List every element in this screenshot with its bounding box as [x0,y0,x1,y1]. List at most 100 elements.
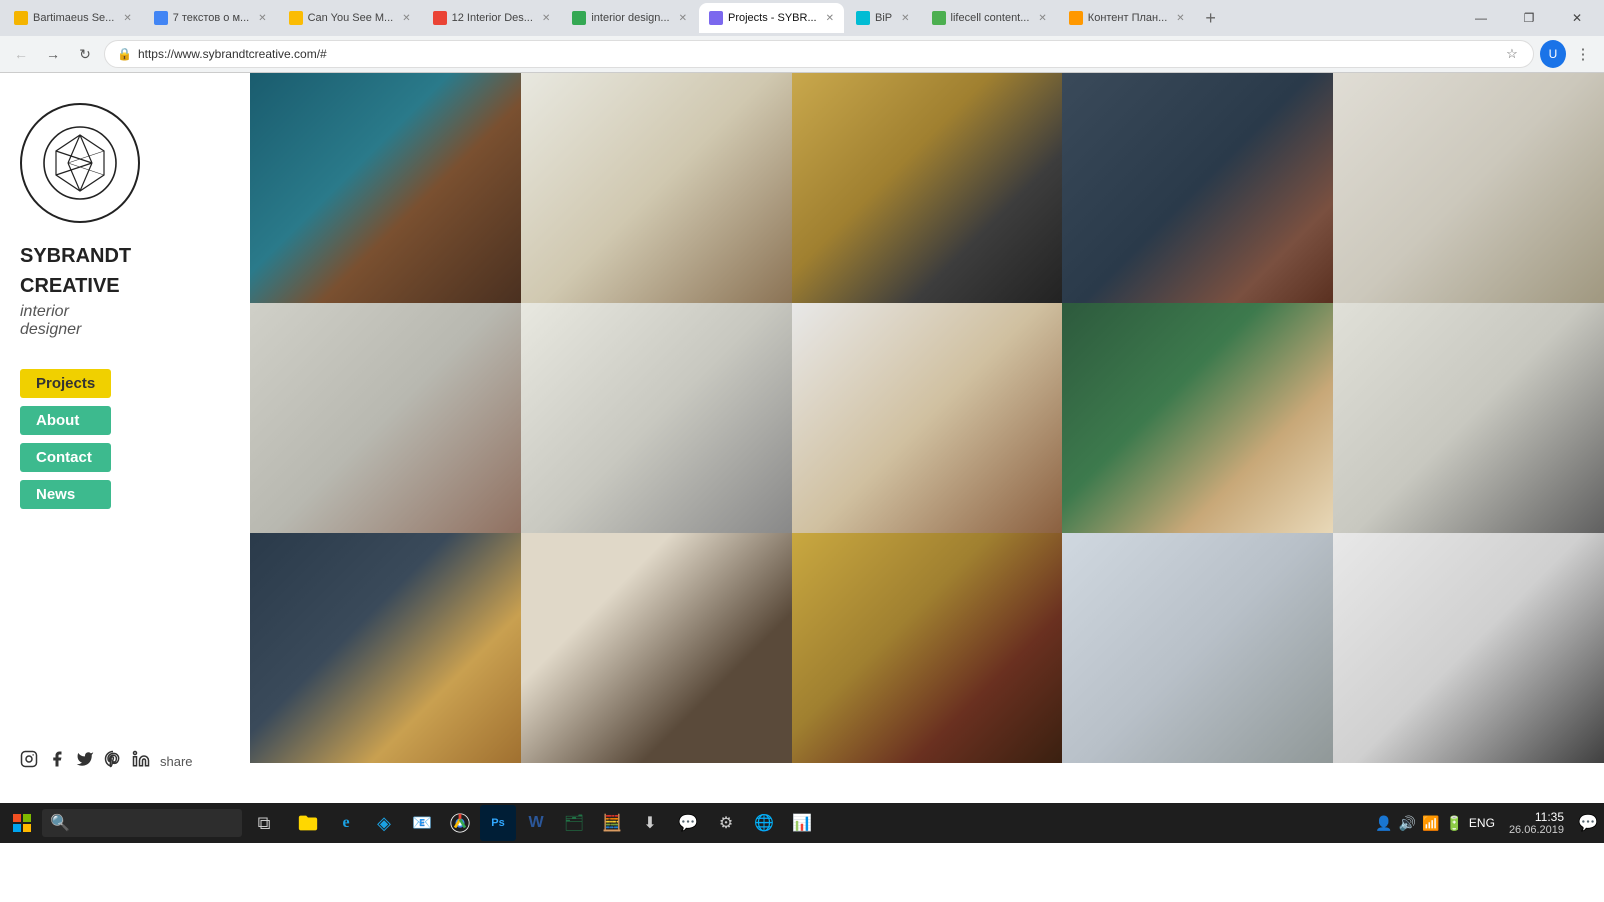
taskbar-app-download[interactable]: ⬇ [632,805,668,841]
nav-contact[interactable]: Contact [20,443,111,472]
taskbar-app-ie[interactable]: e [328,805,364,841]
gallery-item-9[interactable] [1062,303,1333,533]
tray-volume-icon[interactable]: 🔊 [1399,815,1416,832]
tray-language[interactable]: ENG [1469,816,1495,830]
tab-1[interactable]: Bartimaeus Se... ✕ [4,3,142,33]
url-bar[interactable]: 🔒 https://www.sybrandtcreative.com/# ☆ [104,40,1534,68]
gallery-item-3[interactable] [792,73,1063,303]
maximize-button[interactable]: ❐ [1506,0,1552,36]
reload-button[interactable]: ↻ [72,41,98,67]
tray-network-icon[interactable]: 👤 [1375,815,1392,832]
taskbar-app-chrome[interactable] [442,805,478,841]
tab-3-close[interactable]: ✕ [402,13,410,24]
tab-8[interactable]: lifecell content... ✕ [922,3,1057,33]
tab-2-favicon [154,11,168,25]
taskbar-app-skype[interactable]: 💬 [670,805,706,841]
taskbar-app-calculator[interactable]: 🧮 [594,805,630,841]
gallery-item-14[interactable] [1062,533,1333,763]
tab-8-favicon [932,11,946,25]
nav-about[interactable]: About [20,406,111,435]
gallery-item-10[interactable] [1333,303,1604,533]
brand-sub1: interior [20,303,69,320]
taskbar-app-file-explorer[interactable] [290,805,326,841]
instagram-icon[interactable] [20,750,38,773]
gallery-item-5[interactable] [1333,73,1604,303]
tab-7-close[interactable]: ✕ [901,13,909,24]
tab-2-label: 7 текстов о м... [173,12,249,24]
url-text: https://www.sybrandtcreative.com/# [138,47,327,61]
extensions-button[interactable]: ⋮ [1570,41,1596,67]
star-icon[interactable]: ☆ [1503,45,1521,63]
close-button[interactable]: ✕ [1554,0,1600,36]
sidebar: SYBRANDT CREATIVE interior designer Proj… [0,73,250,803]
taskbar-app-edge[interactable]: 🌐 [746,805,782,841]
taskbar-app-cisco[interactable]: ◈ [366,805,402,841]
nav-news[interactable]: News [20,480,111,509]
gallery-item-12[interactable] [521,533,792,763]
tab-9-close[interactable]: ✕ [1176,13,1184,24]
brand-subtitle: interior designer [20,303,81,339]
pinterest-icon[interactable] [104,750,122,773]
address-bar: ← → ↻ 🔒 https://www.sybrandtcreative.com… [0,36,1604,72]
taskbar: 🔍 ⧉ e ◈ 📧 Ps W 🗂 🧮 ⬇ 💬 ⚙ 🌐 📊 [0,803,1604,843]
start-button[interactable] [6,807,38,839]
clock[interactable]: 11:35 26.06.2019 [1509,810,1570,836]
tab-bar: Bartimaeus Se... ✕ 7 текстов о м... ✕ Ca… [0,0,1604,36]
tab-7-label: BiP [875,12,892,24]
gallery-item-7[interactable] [521,303,792,533]
taskbar-app-powerpoint[interactable]: 📊 [784,805,820,841]
brand-sub2: designer [20,321,81,338]
taskbar-search-box[interactable]: 🔍 [42,809,242,837]
brand-name-line1: SYBRANDT [20,243,131,269]
gallery-item-11[interactable] [250,533,521,763]
tray-battery-icon[interactable]: 🔋 [1445,815,1462,832]
tab-2-close[interactable]: ✕ [258,13,266,24]
nav-projects[interactable]: Projects [20,369,111,398]
tab-1-favicon [14,11,28,25]
taskbar-task-view[interactable]: ⧉ [246,805,282,841]
taskbar-app-photoshop[interactable]: Ps [480,805,516,841]
profile-pic-btn[interactable]: U [1540,41,1566,67]
tray-wifi-icon[interactable]: 📶 [1422,815,1439,832]
gallery-item-6[interactable] [250,303,521,533]
user-avatar[interactable]: U [1540,40,1566,68]
gallery-item-1[interactable] [250,73,521,303]
gallery-item-13[interactable] [792,533,1063,763]
tab-7[interactable]: BiP ✕ [846,3,920,33]
gallery-item-2[interactable] [521,73,792,303]
back-button[interactable]: ← [8,41,34,67]
tab-4-label: 12 Interior Des... [452,12,533,24]
tab-2[interactable]: 7 текстов о м... ✕ [144,3,277,33]
tab-6[interactable]: Projects - SYBR... ✕ [699,3,844,33]
tab-5[interactable]: interior design... ✕ [562,3,697,33]
notification-button[interactable]: 💬 [1578,805,1598,841]
tab-8-close[interactable]: ✕ [1038,13,1046,24]
tab-1-close[interactable]: ✕ [123,13,131,24]
forward-button[interactable]: → [40,41,66,67]
minimize-button[interactable]: — [1458,0,1504,36]
tab-6-label: Projects - SYBR... [728,12,817,24]
tab-9[interactable]: Контент План... ✕ [1059,3,1195,33]
gallery-item-4[interactable] [1062,73,1333,303]
taskbar-app-settings[interactable]: ⚙ [708,805,744,841]
linkedin-icon[interactable] [132,750,150,773]
tab-6-close[interactable]: ✕ [826,13,834,24]
tab-3[interactable]: Can You See M... ✕ [279,3,421,33]
taskbar-app-excel[interactable]: 🗂 [556,805,592,841]
share-text[interactable]: share [160,754,193,769]
gallery-item-8[interactable] [792,303,1063,533]
logo-svg [40,123,120,203]
gallery-item-15[interactable] [1333,533,1604,763]
search-icon: 🔍 [50,813,70,833]
tab-4-close[interactable]: ✕ [542,13,550,24]
tab-4[interactable]: 12 Interior Des... ✕ [423,3,561,33]
taskbar-app-word[interactable]: W [518,805,554,841]
tab-5-favicon [572,11,586,25]
new-tab-button[interactable]: + [1197,4,1225,32]
taskbar-app-outlook[interactable]: 📧 [404,805,440,841]
tab-5-close[interactable]: ✕ [679,13,687,24]
facebook-icon[interactable] [48,750,66,773]
twitter-icon[interactable] [76,750,94,773]
logo[interactable] [20,103,140,223]
window-controls: — ❐ ✕ [1458,0,1600,36]
